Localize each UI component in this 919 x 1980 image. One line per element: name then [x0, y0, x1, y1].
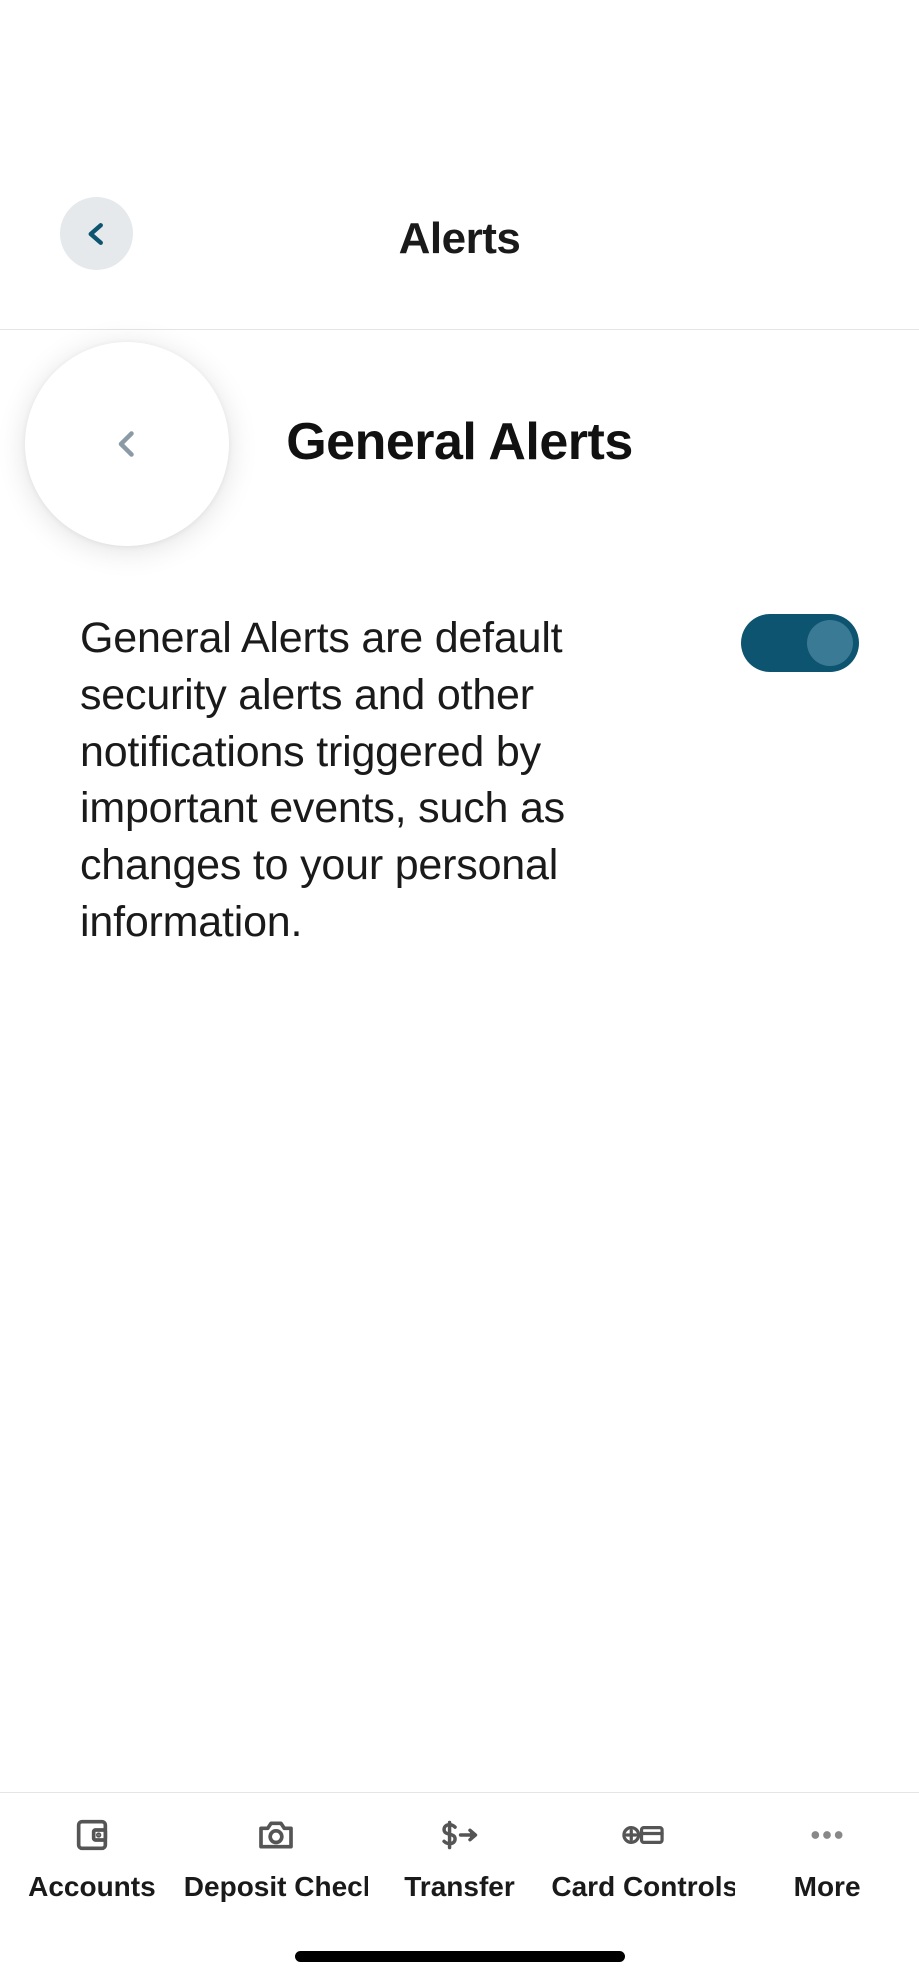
- nav-accounts[interactable]: Accounts: [0, 1813, 184, 1903]
- nav-label: Deposit Check: [184, 1871, 368, 1903]
- wallet-icon: [70, 1813, 114, 1857]
- content-area: General Alerts are default security aler…: [0, 550, 919, 951]
- camera-icon: [254, 1813, 298, 1857]
- header-bar: Alerts: [0, 0, 919, 330]
- alerts-description: General Alerts are default security aler…: [80, 610, 711, 951]
- nav-label: Transfer: [404, 1871, 515, 1903]
- nav-label: Card Controls: [551, 1871, 735, 1903]
- page-title: Alerts: [0, 214, 919, 264]
- card-control-icon: [621, 1813, 665, 1857]
- subheader: General Alerts: [0, 330, 919, 550]
- home-indicator[interactable]: [295, 1951, 625, 1962]
- nav-more[interactable]: More: [735, 1813, 919, 1903]
- nav-label: More: [794, 1871, 861, 1903]
- general-alerts-toggle[interactable]: [741, 614, 859, 672]
- dollar-arrow-icon: [437, 1813, 481, 1857]
- toggle-knob: [807, 620, 853, 666]
- nav-transfer[interactable]: Transfer: [368, 1813, 552, 1903]
- nav-label: Accounts: [28, 1871, 156, 1903]
- nav-card-controls[interactable]: Card Controls: [551, 1813, 735, 1903]
- section-title: General Alerts: [0, 412, 919, 472]
- more-icon: [805, 1813, 849, 1857]
- nav-deposit-check[interactable]: Deposit Check: [184, 1813, 368, 1903]
